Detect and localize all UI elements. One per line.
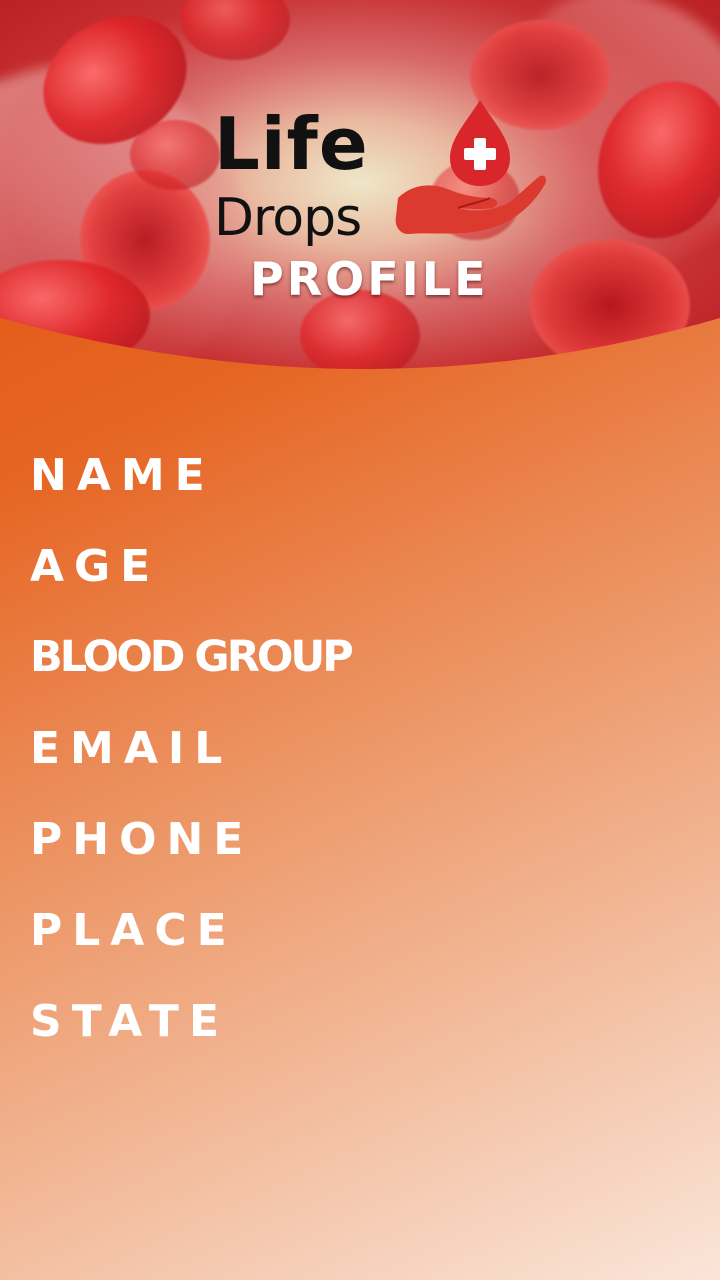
- field-label-place[interactable]: PLACE: [30, 905, 237, 956]
- field-label-email[interactable]: EMAIL: [30, 723, 232, 774]
- blood-drop-hand-icon: [392, 98, 547, 247]
- field-label-age[interactable]: AGE: [30, 541, 160, 592]
- blood-cell: [130, 120, 220, 190]
- field-label-blood-group[interactable]: BLOOD GROUP: [30, 632, 354, 682]
- logo-text-drops: Drops: [214, 188, 362, 248]
- logo-text-life: Life: [214, 102, 369, 186]
- page-title: PROFILE: [250, 252, 489, 306]
- field-label-state[interactable]: STATE: [30, 996, 229, 1047]
- field-label-name[interactable]: NAME: [30, 450, 215, 501]
- blood-cell: [180, 0, 290, 60]
- field-label-phone[interactable]: PHONE: [30, 814, 253, 865]
